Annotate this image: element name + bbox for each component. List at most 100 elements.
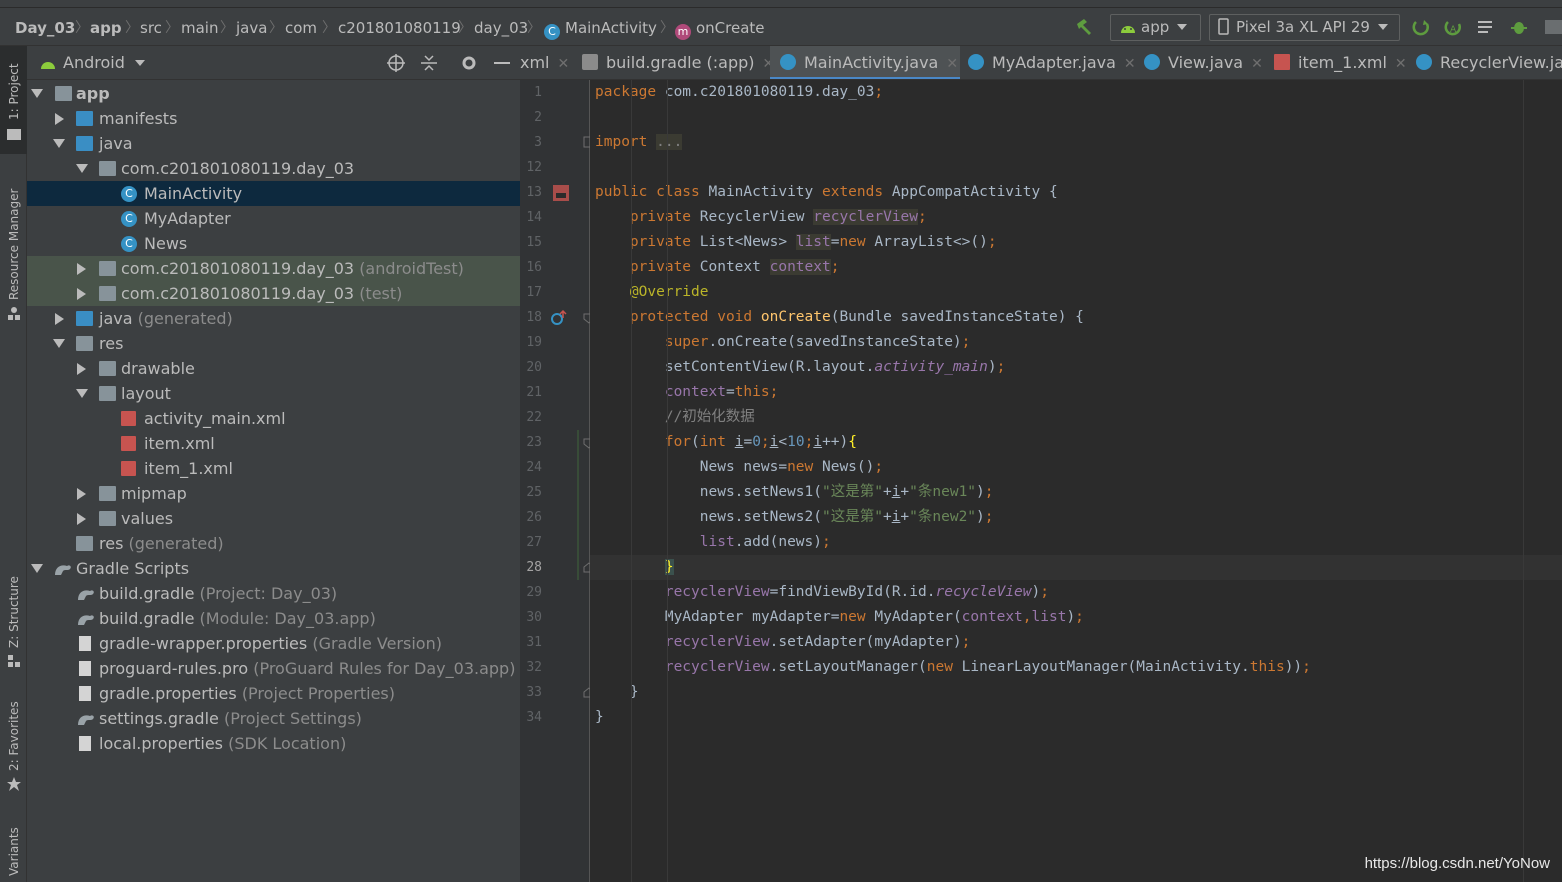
breadcrumb-package[interactable]: c201801080119	[338, 16, 461, 40]
tab-resource-manager[interactable]: Resource Manager	[0, 176, 27, 326]
tree-label: java	[99, 309, 133, 328]
tree-row-res[interactable]: res	[27, 331, 520, 356]
breadcrumb-class[interactable]: C MainActivity	[544, 16, 657, 40]
tree-row-mainactivity[interactable]: C MainActivity	[27, 181, 520, 206]
code-line: import ...	[595, 134, 683, 150]
close-icon[interactable]: ✕	[946, 56, 958, 72]
breadcrumb-separator: 〉	[75, 20, 89, 36]
tab-build-variants[interactable]: Variants	[0, 816, 27, 882]
tree-row-drawable[interactable]: drawable	[27, 356, 520, 381]
tree-row-news[interactable]: C News	[27, 231, 520, 256]
expand-arrow-icon[interactable]	[77, 263, 86, 275]
expand-arrow-icon[interactable]	[76, 389, 88, 398]
tree-row-item-1-xml[interactable]: item_1.xml	[27, 456, 520, 481]
expand-arrow-icon[interactable]	[77, 288, 86, 300]
breadcrumb-main[interactable]: main	[181, 16, 218, 40]
tree-sublabel: (ProGuard Rules for Day_03.app)	[253, 659, 516, 678]
breadcrumb-com[interactable]: com	[285, 16, 317, 40]
tree-row-values[interactable]: values	[27, 506, 520, 531]
tab-project[interactable]: 1: Project	[0, 46, 27, 154]
expand-arrow-icon[interactable]	[53, 139, 65, 148]
locate-icon[interactable]	[387, 54, 405, 72]
tree-row-activity-main-xml[interactable]: activity_main.xml	[27, 406, 520, 431]
tree-row-gradle-scripts[interactable]: Gradle Scripts	[27, 556, 520, 581]
editor-gutter[interactable]: 1 2 3 12 13 14 15 16 17 18 19 20 21 22 23 24 25 26 27 28 29 3…	[520, 80, 595, 882]
resource-folder-icon	[76, 536, 93, 551]
sync-icon[interactable]	[1477, 18, 1495, 36]
tree-row-res-generated[interactable]: res (generated)	[27, 531, 520, 556]
device-select[interactable]: Pixel 3a XL API 29	[1209, 14, 1400, 41]
tree-row-java[interactable]: java	[27, 131, 520, 156]
run-marker-icon[interactable]	[552, 184, 570, 202]
tree-row-gradle-properties[interactable]: gradle.properties (Project Properties)	[27, 681, 520, 706]
tree-row-local-properties[interactable]: local.properties (SDK Location)	[27, 731, 520, 756]
run-config-select[interactable]: app	[1110, 14, 1201, 41]
breadcrumb-subpackage[interactable]: day_03	[474, 16, 528, 40]
tab-item-1-xml[interactable]: item_1.xml ✕	[1274, 46, 1414, 79]
device-label: Pixel 3a XL API 29	[1236, 18, 1370, 36]
expand-arrow-icon[interactable]	[55, 313, 64, 325]
breadcrumb-project[interactable]: Day_03	[15, 16, 75, 40]
tree-row-manifests[interactable]: manifests	[27, 106, 520, 131]
hide-panel-icon[interactable]	[494, 54, 510, 72]
expand-arrow-icon[interactable]	[55, 113, 64, 125]
tree-row-item-xml[interactable]: item.xml	[27, 431, 520, 456]
code-line: super.onCreate(savedInstanceState);	[664, 334, 971, 350]
project-tree: app manifests java com.c201801080119.day…	[27, 81, 520, 756]
line-number: 31	[526, 635, 542, 650]
expand-arrow-icon[interactable]	[77, 363, 86, 375]
tree-row-gradle-wrapper-properties[interactable]: gradle-wrapper.properties (Gradle Versio…	[27, 631, 520, 656]
tree-row-build-gradle-project[interactable]: build.gradle (Project: Day_03)	[27, 581, 520, 606]
breadcrumb-java[interactable]: java	[236, 16, 267, 40]
class-icon	[780, 54, 796, 70]
tree-row-proguard-rules[interactable]: proguard-rules.pro (ProGuard Rules for D…	[27, 656, 520, 681]
close-icon[interactable]: ✕	[1251, 56, 1263, 72]
gradle-icon	[78, 590, 94, 600]
expand-arrow-icon[interactable]	[77, 488, 86, 500]
collapse-all-icon[interactable]	[421, 54, 437, 72]
breadcrumb-module[interactable]: app	[90, 16, 122, 40]
tree-row-app[interactable]: app	[27, 81, 520, 106]
expand-arrow-icon[interactable]	[53, 339, 65, 348]
profiler-icon[interactable]	[1545, 18, 1562, 36]
code-editor[interactable]: package com.c201801080119.day_03; import…	[590, 80, 1562, 882]
override-marker-icon[interactable]	[550, 309, 568, 327]
hammer-icon[interactable]	[1075, 18, 1093, 36]
close-icon[interactable]: ✕	[558, 56, 570, 72]
run-config-label: app	[1141, 18, 1170, 36]
tree-sublabel: (generated)	[128, 534, 224, 553]
project-view-selector[interactable]: Android	[63, 53, 145, 72]
expand-arrow-icon[interactable]	[76, 164, 88, 173]
tab-recyclerview-java[interactable]: RecyclerView.jav	[1416, 46, 1562, 79]
tree-row-settings-gradle[interactable]: settings.gradle (Project Settings)	[27, 706, 520, 731]
tree-row-package-test[interactable]: com.c201801080119.day_03 (test)	[27, 281, 520, 306]
apply-code-changes-icon[interactable]: A	[1444, 18, 1462, 36]
tree-row-java-generated[interactable]: java (generated)	[27, 306, 520, 331]
tab-structure[interactable]: Z: Structure	[0, 566, 27, 676]
tab-myadapter-java[interactable]: MyAdapter.java ✕	[966, 46, 1146, 79]
tree-row-build-gradle-module[interactable]: build.gradle (Module: Day_03.app)	[27, 606, 520, 631]
close-icon[interactable]: ✕	[1395, 56, 1407, 72]
line-number: 1	[534, 85, 542, 100]
apply-changes-icon[interactable]	[1412, 18, 1430, 36]
tab-build-gradle-app[interactable]: build.gradle (:app) ✕	[580, 46, 778, 79]
expand-arrow-icon[interactable]	[31, 564, 43, 573]
tree-row-myadapter[interactable]: C MyAdapter	[27, 206, 520, 231]
tree-row-package-androidtest[interactable]: com.c201801080119.day_03 (androidTest)	[27, 256, 520, 281]
close-icon[interactable]: ✕	[1124, 56, 1136, 72]
expand-arrow-icon[interactable]	[77, 513, 86, 525]
breadcrumb-separator: 〉	[165, 20, 179, 36]
tree-row-package[interactable]: com.c201801080119.day_03	[27, 156, 520, 181]
tree-row-layout[interactable]: layout	[27, 381, 520, 406]
tab-mainactivity-java[interactable]: MainActivity.java ✕	[770, 46, 960, 79]
tree-row-mipmap[interactable]: mipmap	[27, 481, 520, 506]
breadcrumb-method[interactable]: m onCreate	[675, 16, 765, 40]
project-view-label: Android	[63, 53, 125, 72]
tab-view-java[interactable]: View.java ✕	[1144, 46, 1274, 79]
expand-arrow-icon[interactable]	[31, 89, 43, 98]
tab-favorites[interactable]: 2: Favorites	[0, 691, 27, 801]
tab-xml[interactable]: xml ✕	[520, 46, 576, 79]
breadcrumb-src[interactable]: src	[140, 16, 162, 40]
debug-icon[interactable]	[1510, 18, 1528, 36]
gear-icon[interactable]	[460, 54, 478, 72]
